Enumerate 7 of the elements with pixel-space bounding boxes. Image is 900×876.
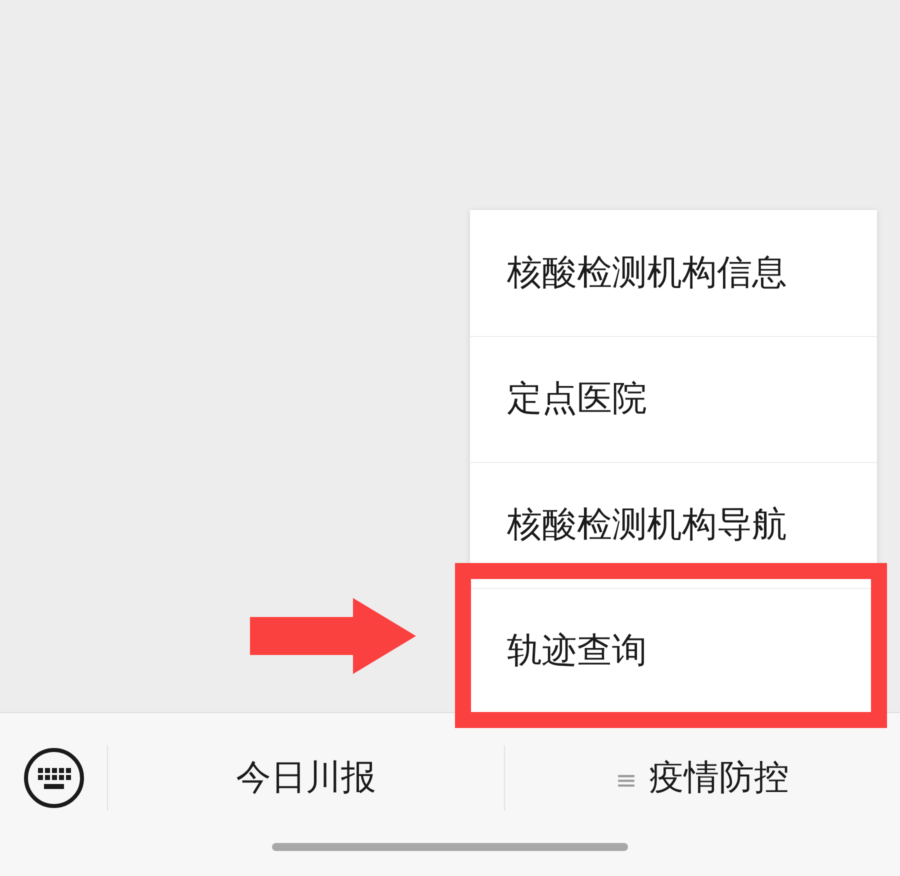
bottom-tab[interactable]: ≡ 疫情防控 [615, 752, 790, 804]
menu-item[interactable]: 轨迹查询 [507, 625, 647, 678]
menu-item[interactable]: 核酸检测机构信息 [507, 246, 787, 300]
menu-item[interactable]: 核酸检测机构导航 [507, 499, 787, 552]
keyboard-icon[interactable] [22, 747, 84, 809]
menu-item[interactable]: 定点医院 [507, 373, 647, 426]
bottom-tab[interactable]: 今日川报 [236, 752, 376, 804]
